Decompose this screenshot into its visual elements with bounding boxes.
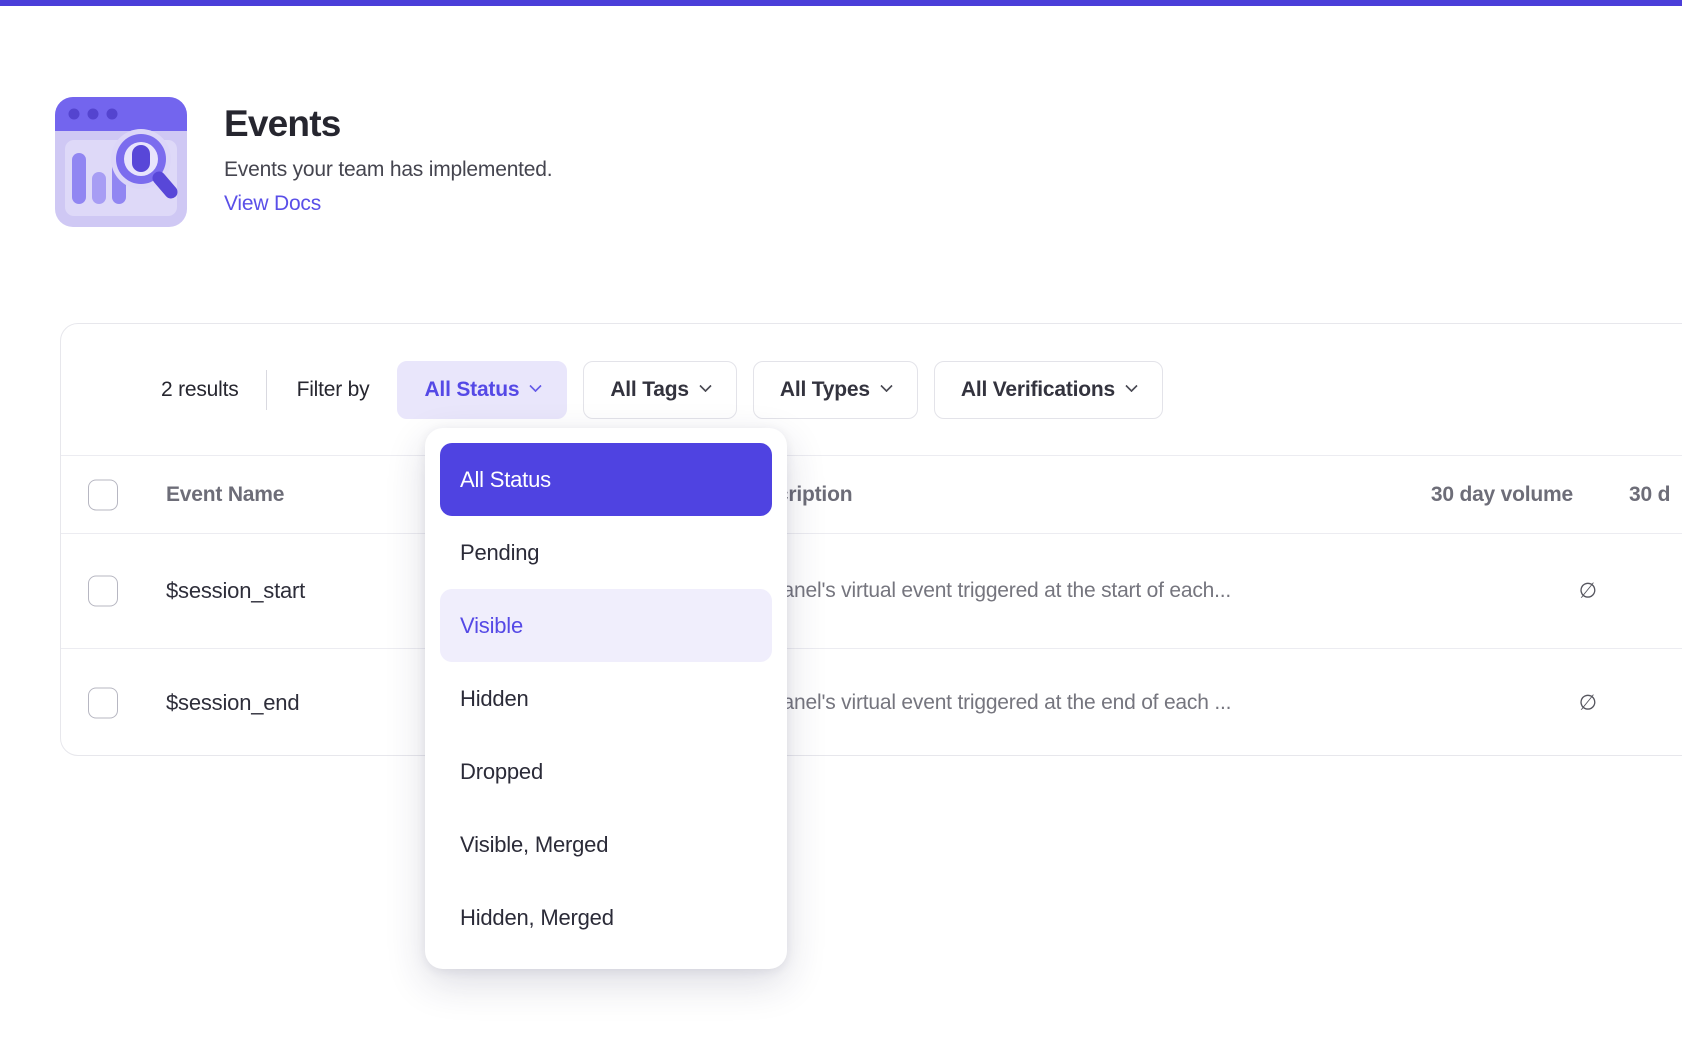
row-checkbox[interactable]	[88, 688, 118, 719]
table-row[interactable]: $session_end Mixpanel's virtual event tr…	[61, 649, 1682, 757]
table-row[interactable]: $session_start Mixpanel's virtual event …	[61, 534, 1682, 649]
filter-by-label: Filter by	[297, 378, 370, 402]
chevron-down-icon	[699, 379, 712, 392]
column-header-event-name[interactable]: Event Name	[166, 483, 284, 507]
chevron-down-icon	[880, 379, 893, 392]
page-subtitle: Events your team has implemented.	[224, 157, 552, 183]
dropdown-item-all-status[interactable]: All Status	[440, 443, 772, 516]
volume-cell: ∅	[1441, 579, 1597, 604]
page-title: Events	[224, 104, 552, 144]
top-accent-bar	[0, 0, 1682, 6]
dropdown-item-visible[interactable]: Visible	[440, 589, 772, 662]
row-checkbox[interactable]	[88, 576, 118, 607]
status-dropdown-menu: All Status Pending Visible Hidden Droppe…	[425, 428, 787, 969]
status-filter-label: All Status	[424, 378, 519, 402]
filter-toolbar: 2 results Filter by All Status All Tags …	[61, 324, 1682, 456]
events-illustration-icon	[55, 97, 187, 227]
dropdown-item-pending[interactable]: Pending	[440, 516, 772, 589]
tags-filter-label: All Tags	[610, 378, 689, 402]
event-name-cell[interactable]: $session_end	[166, 690, 299, 716]
page-header: Events Events your team has implemented.…	[55, 97, 552, 227]
results-count: 2 results	[161, 378, 239, 402]
column-header-30-day-volume[interactable]: 30 day volume	[1301, 483, 1573, 507]
view-docs-link[interactable]: View Docs	[224, 191, 552, 217]
dropdown-item-hidden[interactable]: Hidden	[440, 662, 772, 735]
dropdown-item-hidden-merged[interactable]: Hidden, Merged	[440, 881, 772, 954]
table-header-row: Event Name Description 30 day volume 30 …	[61, 456, 1682, 534]
dropdown-item-visible-merged[interactable]: Visible, Merged	[440, 808, 772, 881]
description-cell: Mixpanel's virtual event triggered at th…	[739, 691, 1231, 715]
tags-filter-button[interactable]: All Tags	[583, 361, 737, 419]
column-header-30-day-truncated: 30 d	[1629, 483, 1670, 507]
chevron-down-icon	[1125, 379, 1138, 392]
toolbar-divider	[266, 370, 267, 410]
events-table-card: 2 results Filter by All Status All Tags …	[60, 323, 1682, 756]
dropdown-item-dropped[interactable]: Dropped	[440, 735, 772, 808]
event-name-cell[interactable]: $session_start	[166, 578, 305, 604]
volume-cell: ∅	[1441, 691, 1597, 716]
verifications-filter-label: All Verifications	[961, 378, 1115, 402]
verifications-filter-button[interactable]: All Verifications	[934, 361, 1163, 419]
select-all-checkbox[interactable]	[88, 479, 118, 510]
chevron-down-icon	[529, 379, 542, 392]
types-filter-label: All Types	[780, 378, 870, 402]
description-cell: Mixpanel's virtual event triggered at th…	[739, 579, 1231, 603]
status-filter-button[interactable]: All Status	[397, 361, 567, 419]
types-filter-button[interactable]: All Types	[753, 361, 918, 419]
